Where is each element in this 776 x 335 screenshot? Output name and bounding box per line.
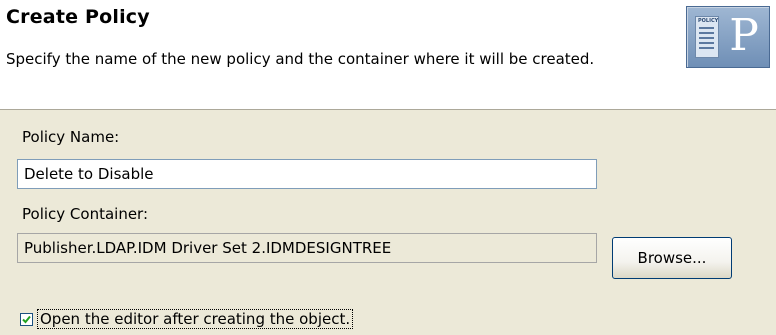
page-description: Specify the name of the new policy and t… [6, 50, 595, 68]
page-title: Create Policy [6, 6, 150, 28]
open-editor-label[interactable]: Open the editor after creating the objec… [37, 309, 354, 329]
policy-icon: POLICY P [686, 6, 770, 68]
policy-container-label: Policy Container: [22, 205, 149, 223]
policy-name-label: Policy Name: [22, 128, 120, 146]
document-lines-icon [699, 27, 714, 51]
policy-name-input[interactable] [17, 159, 597, 189]
document-icon: POLICY [695, 16, 719, 58]
browse-button[interactable]: Browse... [612, 237, 732, 279]
icon-doc-label: POLICY [698, 18, 719, 24]
checkmark-icon [22, 315, 31, 323]
policy-letter-icon: P [729, 10, 759, 61]
policy-container-field[interactable] [17, 233, 597, 263]
wizard-header: Create Policy Specify the name of the ne… [0, 0, 776, 110]
open-editor-option[interactable]: Open the editor after creating the objec… [20, 307, 354, 331]
open-editor-checkbox[interactable] [20, 312, 33, 326]
